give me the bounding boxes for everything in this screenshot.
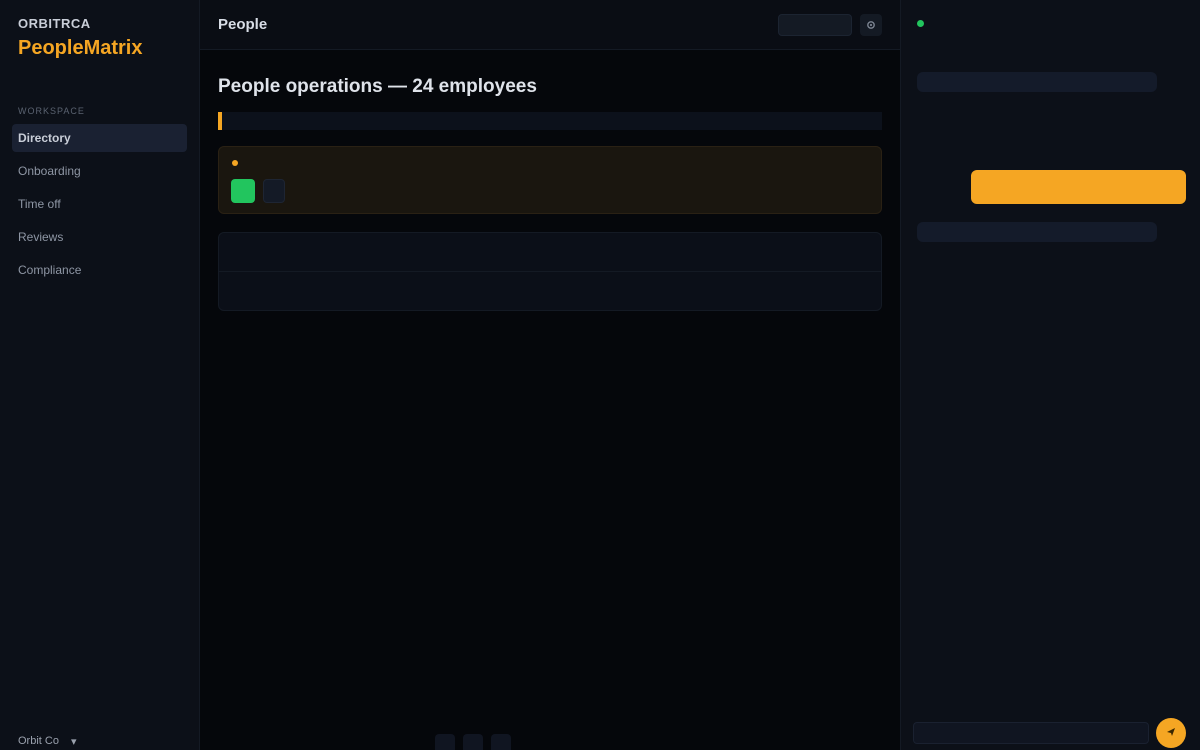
page-title: People operations — 24 employees	[218, 76, 537, 97]
person-card[interactable]	[715, 233, 881, 272]
sidebar-item-compliance[interactable]: Compliance	[12, 256, 187, 284]
approval-alert	[218, 146, 882, 214]
alert-icon-glyph	[232, 160, 238, 166]
content: People operations — 24 employees	[200, 50, 900, 311]
online-status-icon	[917, 19, 924, 27]
topbar: People	[200, 0, 900, 50]
send-icon-glyph	[1167, 727, 1175, 736]
secondary-action-button[interactable]	[263, 179, 285, 203]
send-icon[interactable]	[1156, 718, 1186, 748]
person-card[interactable]	[219, 233, 385, 272]
sidebar-item-time-off[interactable]: Time off	[12, 190, 187, 218]
panel-header	[901, 0, 1200, 46]
assistant-message	[917, 72, 1157, 92]
people-grid	[218, 232, 882, 311]
alert-icon	[231, 159, 239, 169]
footer-chip[interactable]	[435, 734, 455, 750]
gear-icon[interactable]	[860, 13, 882, 36]
footer-chip[interactable]	[491, 734, 511, 750]
workspace-switcher[interactable]: Orbit Co ▾	[18, 732, 77, 750]
gear-icon-glyph	[867, 20, 875, 29]
search-input[interactable]	[778, 13, 852, 36]
app: ORBITRCA PeopleMatrix WORKSPACE Director…	[0, 0, 1200, 750]
sidebar-item-onboarding[interactable]: Onboarding	[12, 157, 187, 185]
footer-chip[interactable]	[463, 734, 483, 750]
workspace-name: Orbit Co	[18, 735, 59, 747]
person-card[interactable]	[384, 233, 550, 272]
chevron-down-icon: ▾	[70, 735, 77, 748]
primary-cta-button[interactable]	[971, 170, 1186, 204]
info-banner	[218, 112, 882, 130]
main-footer	[435, 734, 511, 750]
sidebar-item-reviews[interactable]: Reviews	[12, 223, 187, 251]
chat-input[interactable]	[913, 722, 1149, 744]
assistant-message	[917, 222, 1157, 242]
brand-logo[interactable]: PeopleMatrix	[18, 37, 187, 60]
alert-actions	[231, 179, 869, 203]
assistant-panel	[900, 0, 1200, 750]
approve-button[interactable]	[231, 179, 255, 203]
nav-section-label: WORKSPACE	[18, 106, 85, 116]
sidebar: ORBITRCA PeopleMatrix WORKSPACE Director…	[0, 0, 200, 750]
person-card[interactable]	[219, 272, 550, 310]
person-card[interactable]	[550, 233, 716, 272]
sidebar-item-directory[interactable]: Directory	[12, 124, 187, 152]
page-header-title: People	[218, 16, 268, 33]
person-card[interactable]	[550, 272, 881, 310]
org-label: ORBITRCA	[18, 16, 91, 31]
alert-tag	[231, 159, 869, 169]
main: People People operations — 24 employees	[200, 0, 900, 750]
